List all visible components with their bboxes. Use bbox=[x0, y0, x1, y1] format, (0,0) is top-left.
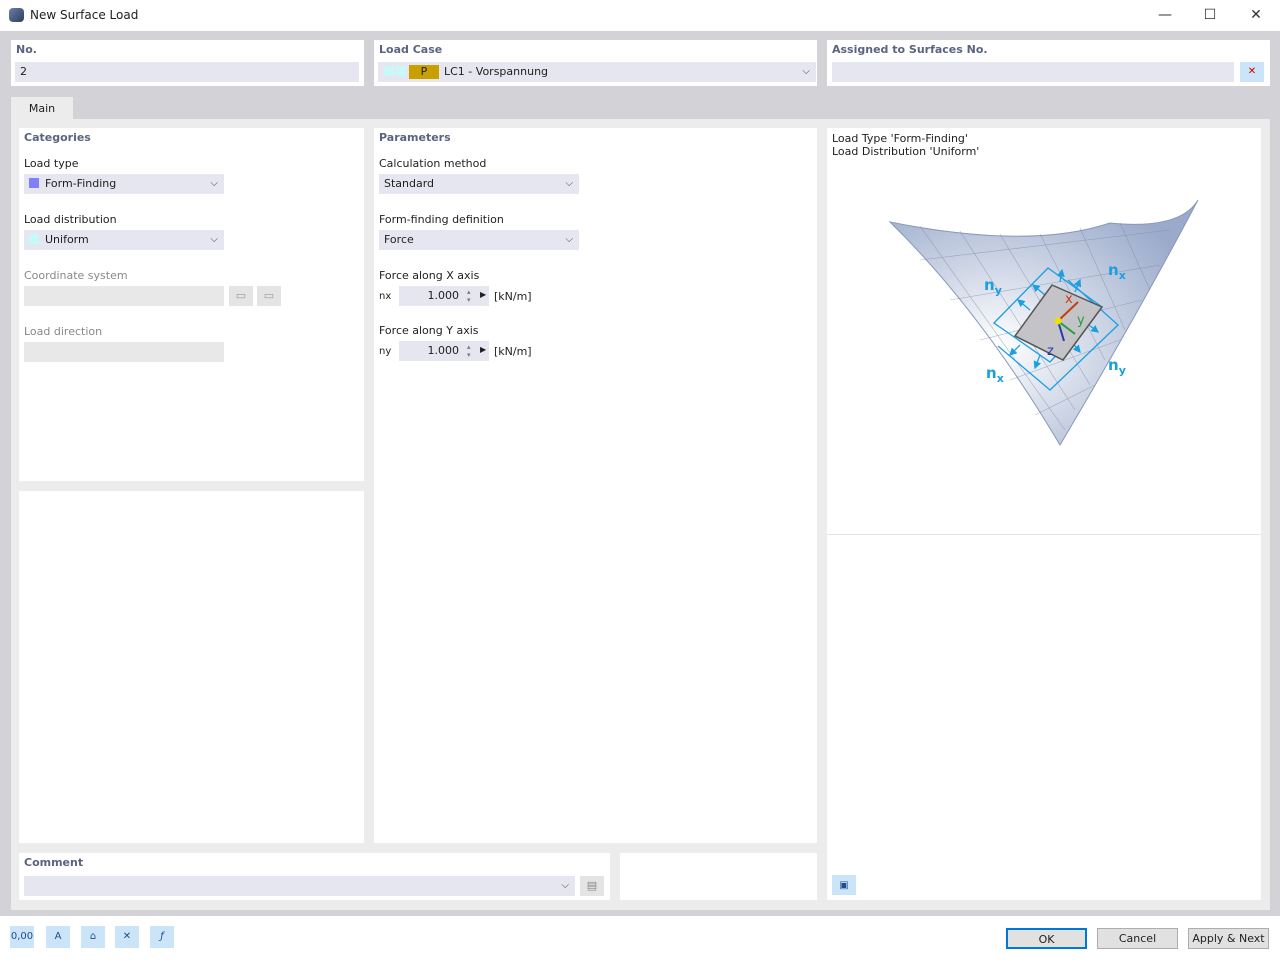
load-distribution-value: Uniform bbox=[45, 233, 89, 246]
color-swatch bbox=[29, 178, 39, 188]
chevron-down-icon: ⌵ bbox=[210, 234, 218, 245]
load-case-panel: Load Case P LC1 - Vorspannung ⌵ bbox=[374, 40, 817, 86]
form-finding-diagram: x y z ny nx nx ny bbox=[888, 199, 1199, 446]
color-swatch bbox=[384, 66, 394, 76]
preview-panel: Load Type 'Form-Finding' Load Distributi… bbox=[827, 128, 1261, 900]
title-bar: New Surface Load — ☐ ✕ bbox=[0, 0, 1280, 31]
fx-unit: [kN/m] bbox=[494, 290, 532, 303]
comment-panel: Comment ⌵ ▤ bbox=[19, 853, 610, 900]
fy-spinner[interactable]: ▴ ▾ bbox=[467, 343, 471, 359]
ok-button[interactable]: OK bbox=[1006, 928, 1087, 949]
blank-panel bbox=[620, 853, 817, 900]
fy-symbol: ny bbox=[379, 346, 392, 357]
calc-method-label: Calculation method bbox=[379, 157, 487, 170]
empty-panel bbox=[19, 491, 364, 843]
fx-menu-arrow-icon[interactable]: ▶ bbox=[480, 290, 486, 299]
y-axis-label: y bbox=[1077, 313, 1085, 328]
z-axis-label: z bbox=[1047, 344, 1054, 359]
fx-spinner[interactable]: ▴ ▾ bbox=[467, 288, 471, 304]
ff-def-select[interactable]: Force ⌵ bbox=[379, 230, 579, 250]
chevron-down-icon: ⌵ bbox=[210, 178, 218, 189]
comment-label: Comment bbox=[24, 856, 84, 869]
window-title: New Surface Load bbox=[30, 8, 139, 22]
comment-library-icon[interactable]: ▤ bbox=[580, 876, 604, 896]
coordinate-system-select[interactable] bbox=[24, 286, 224, 306]
view-icon[interactable]: ⌂ bbox=[81, 926, 105, 948]
fy-menu-arrow-icon[interactable]: ▶ bbox=[480, 345, 486, 354]
origin-point bbox=[1054, 317, 1062, 325]
fx-input[interactable]: 1.000 bbox=[399, 286, 489, 306]
load-case-value: LC1 - Vorspannung bbox=[444, 65, 549, 78]
load-type-value: Form-Finding bbox=[45, 177, 117, 190]
x-axis-label: x bbox=[1065, 292, 1073, 307]
load-distribution-label: Load distribution bbox=[24, 213, 117, 226]
chevron-down-icon: ⌵ bbox=[561, 880, 569, 891]
color-swatch bbox=[396, 66, 406, 76]
select-icon[interactable]: ✕ bbox=[115, 926, 139, 948]
ff-def-value: Force bbox=[384, 233, 414, 246]
units-icon[interactable]: 0,00 bbox=[10, 926, 34, 948]
cancel-button[interactable]: Cancel bbox=[1097, 928, 1178, 949]
calc-method-select[interactable]: Standard ⌵ bbox=[379, 174, 579, 194]
tab-main[interactable]: Main bbox=[11, 97, 73, 120]
parameters-panel: Parameters Calculation method Standard ⌵ … bbox=[374, 128, 817, 843]
maximize-button[interactable]: ☐ bbox=[1195, 4, 1225, 26]
preview-line1: Load Type 'Form-Finding' bbox=[832, 132, 968, 145]
select-surfaces-pointer-icon[interactable]: ✕ bbox=[1240, 62, 1264, 82]
ny-label-bottom: ny bbox=[1108, 356, 1126, 377]
apply-next-button[interactable]: Apply & Next bbox=[1188, 928, 1269, 949]
calc-method-value: Standard bbox=[384, 177, 435, 190]
ff-def-label: Form-finding definition bbox=[379, 213, 504, 226]
color-swatch bbox=[29, 234, 39, 244]
close-button[interactable]: ✕ bbox=[1241, 4, 1271, 26]
app-icon bbox=[9, 8, 24, 22]
fy-unit: [kN/m] bbox=[494, 345, 532, 358]
chevron-down-icon: ⌵ bbox=[802, 66, 810, 77]
load-direction-label: Load direction bbox=[24, 325, 103, 338]
categories-panel: Categories Load type Form-Finding ⌵ Load … bbox=[19, 128, 364, 481]
assigned-input[interactable] bbox=[832, 62, 1234, 82]
parameters-title: Parameters bbox=[379, 131, 451, 144]
load-type-label: Load type bbox=[24, 157, 79, 170]
minimize-button[interactable]: — bbox=[1150, 4, 1180, 26]
no-label: No. bbox=[16, 43, 37, 56]
no-input[interactable]: 2 bbox=[15, 62, 359, 82]
function-icon[interactable]: ƒ bbox=[150, 926, 174, 948]
load-distribution-select[interactable]: Uniform ⌵ bbox=[24, 230, 224, 250]
coordinate-system-label: Coordinate system bbox=[24, 269, 128, 282]
load-case-label: Load Case bbox=[379, 43, 443, 56]
categories-title: Categories bbox=[24, 131, 91, 144]
chevron-down-icon: ⌵ bbox=[565, 234, 573, 245]
assigned-panel: Assigned to Surfaces No. ✕ bbox=[827, 40, 1270, 86]
load-case-badge: P bbox=[409, 65, 439, 79]
chevron-down-icon: ⌵ bbox=[565, 178, 573, 189]
comment-input[interactable]: ⌵ bbox=[24, 876, 575, 896]
fx-label: Force along X axis bbox=[379, 269, 480, 282]
fy-input[interactable]: 1.000 bbox=[399, 341, 489, 361]
assigned-label: Assigned to Surfaces No. bbox=[832, 43, 988, 56]
load-case-select[interactable]: P LC1 - Vorspannung ⌵ bbox=[378, 62, 816, 82]
nx-label-bottom: nx bbox=[986, 364, 1004, 385]
fy-label: Force along Y axis bbox=[379, 324, 479, 337]
no-panel: No. 2 bbox=[11, 40, 364, 86]
footer: 0,00 A ⌂ ✕ ƒ OK Cancel Apply & Next bbox=[0, 916, 1280, 960]
load-direction-select[interactable] bbox=[24, 342, 224, 362]
display-properties-icon[interactable]: A bbox=[46, 926, 70, 948]
new-coordinate-system-icon[interactable]: ▭ bbox=[229, 286, 253, 306]
load-type-select[interactable]: Form-Finding ⌵ bbox=[24, 174, 224, 194]
preview-options-icon[interactable]: ▣ bbox=[832, 875, 856, 895]
preview-line2: Load Distribution 'Uniform' bbox=[832, 145, 980, 158]
preview-divider bbox=[827, 534, 1261, 535]
edit-coordinate-system-icon[interactable]: ▭ bbox=[257, 286, 281, 306]
fx-symbol: nx bbox=[379, 291, 392, 302]
